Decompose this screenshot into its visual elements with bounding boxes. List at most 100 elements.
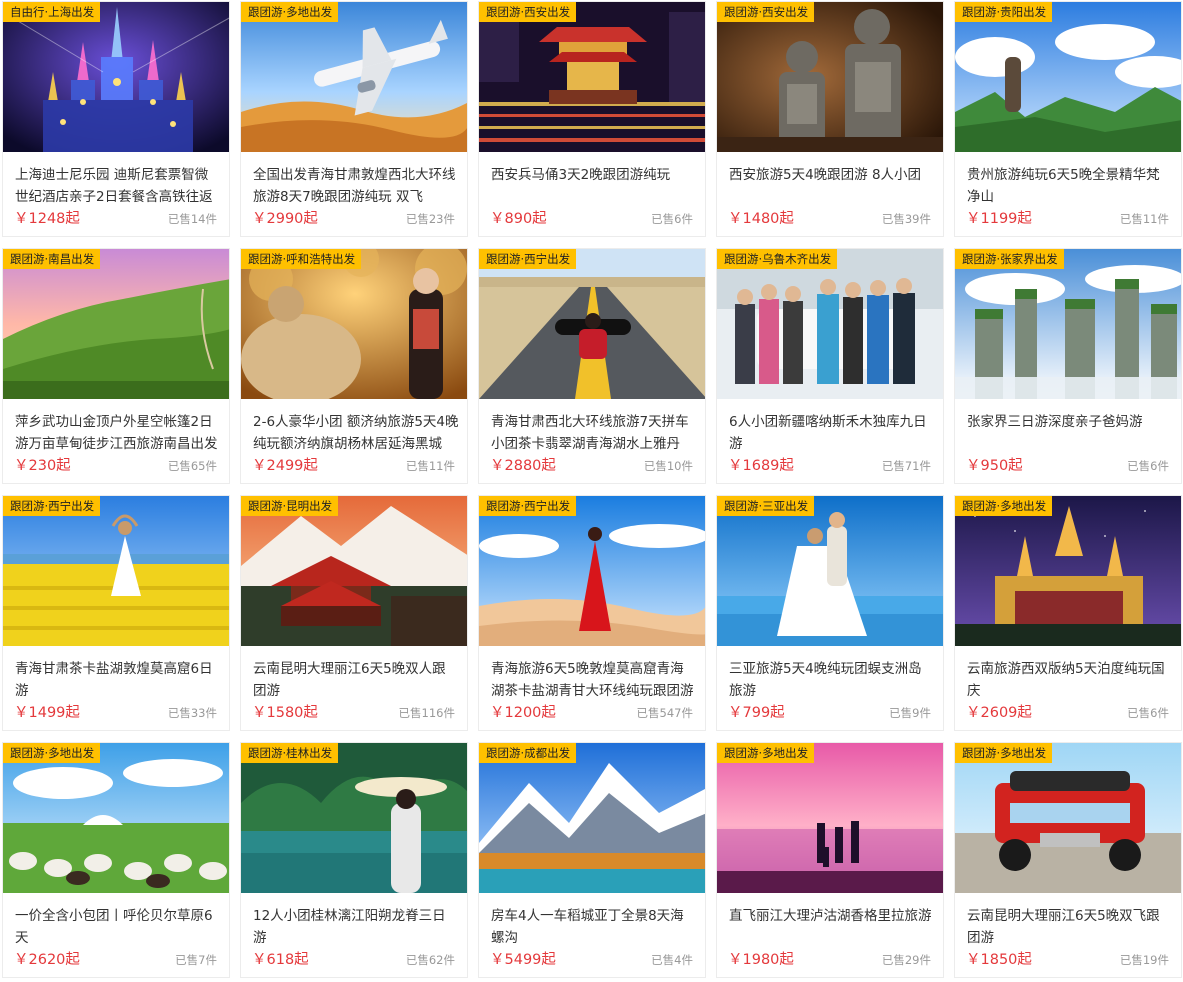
trip-type-tag: 跟团游·西宁出发 [479, 496, 577, 516]
sold-count: 已售62件 [405, 953, 455, 967]
group-photo [717, 249, 943, 399]
product-image[interactable]: 跟团游·南昌出发 [3, 249, 229, 399]
product-title[interactable]: 青海甘肃西北大环线旅游7天拼车小团茶卡翡翠湖青海湖水上雅丹 [491, 411, 697, 455]
product-image[interactable]: 跟团游·多地出发 [3, 743, 229, 893]
product-image[interactable]: 跟团游·西宁出发 [479, 496, 705, 646]
sold-count: 已售14件 [167, 212, 217, 226]
product-price: ￥2990起 [252, 211, 318, 227]
product-title[interactable]: 西安旅游5天4晚跟团游 8人小团 [729, 164, 935, 186]
sold-count: 已售4件 [651, 953, 693, 967]
product-title[interactable]: 6人小团新疆喀纳斯禾木独库九日游 [729, 411, 935, 455]
product-image[interactable]: 跟团游·乌鲁木齐出发 [717, 249, 943, 399]
product-image[interactable]: 跟团游·多地出发 [241, 2, 467, 152]
product-price: ￥1248起 [14, 211, 80, 227]
product-title[interactable]: 12人小团桂林漓江阳朔龙脊三日游 [253, 905, 459, 949]
product-title[interactable]: 西安兵马俑3天2晚跟团游纯玩 [491, 164, 697, 186]
product-card[interactable]: 跟团游·多地出发 云南旅游西双版纳5天泊度纯玩国庆 ￥2609起 已售6件 [954, 495, 1182, 731]
product-title[interactable]: 云南昆明大理丽江6天5晚双飞跟团游 [967, 905, 1173, 949]
product-price: ￥2499起 [252, 458, 318, 474]
product-image[interactable]: 跟团游·多地出发 [955, 496, 1181, 646]
product-card[interactable]: 跟团游·桂林出发 12人小团桂林漓江阳朔龙脊三日游 ￥618起 已售62件 [240, 742, 468, 978]
sold-count: 已售9件 [889, 706, 931, 720]
xian-photo [479, 2, 705, 152]
product-title[interactable]: 直飞丽江大理泸沽湖香格里拉旅游 [729, 905, 935, 927]
product-title[interactable]: 青海甘肃茶卡盐湖敦煌莫高窟6日游 [15, 658, 221, 702]
sold-count: 已售547件 [636, 706, 693, 720]
product-title[interactable]: 萍乡武功山金顶户外星空帐篷2日游万亩草甸徒步江西旅游南昌出发 [15, 411, 221, 455]
product-card[interactable]: 跟团游·西宁出发 青海旅游6天5晚敦煌莫高窟青海湖茶卡盐湖青甘大环线纯玩跟团游 ￥1… [478, 495, 706, 731]
product-image[interactable]: 跟团游·昆明出发 [241, 496, 467, 646]
product-image[interactable]: 跟团游·西安出发 [479, 2, 705, 152]
product-price: ￥5499起 [490, 952, 556, 968]
product-image[interactable]: 跟团游·贵阳出发 [955, 2, 1181, 152]
sold-count: 已售116件 [398, 706, 455, 720]
castle-photo [3, 2, 229, 152]
product-title[interactable]: 一价全含小包团丨呼伦贝尔草原6天 [15, 905, 221, 949]
product-card[interactable]: 跟团游·三亚出发 三亚旅游5天4晚纯玩团蜈支洲岛旅游 ￥799起 已售9件 [716, 495, 944, 731]
lijiang-photo [241, 496, 467, 646]
sunset-photo [717, 743, 943, 893]
trip-type-tag: 跟团游·桂林出发 [241, 743, 339, 763]
product-card[interactable]: 跟团游·多地出发 直飞丽江大理泸沽湖香格里拉旅游 ￥1980起 已售29件 [716, 742, 944, 978]
product-card[interactable]: 跟团游·呼和浩特出发 2-6人豪华小团 额济纳旅游5天4晚纯玩额济纳旗胡杨林居延海… [240, 248, 468, 484]
product-image[interactable]: 跟团游·西宁出发 [3, 496, 229, 646]
trip-type-tag: 跟团游·乌鲁木齐出发 [717, 249, 838, 269]
sold-count: 已售19件 [1119, 953, 1169, 967]
trip-type-tag: 跟团游·多地出发 [3, 743, 101, 763]
product-price: ￥950起 [966, 458, 1023, 474]
product-card[interactable]: 跟团游·西安出发 西安旅游5天4晚跟团游 8人小团 ￥1480起 已售39件 [716, 1, 944, 237]
product-image[interactable]: 跟团游·多地出发 [717, 743, 943, 893]
product-card[interactable]: 跟团游·昆明出发 云南昆明大理丽江6天5晚双人跟团游 ￥1580起 已售116件 [240, 495, 468, 731]
product-image[interactable]: 跟团游·呼和浩特出发 [241, 249, 467, 399]
jeep-photo [955, 743, 1181, 893]
product-title[interactable]: 贵州旅游纯玩6天5晚全景精华梵净山 [967, 164, 1173, 208]
product-title[interactable]: 三亚旅游5天4晚纯玩团蜈支洲岛旅游 [729, 658, 935, 702]
sold-count: 已售39件 [881, 212, 931, 226]
product-card[interactable]: 跟团游·南昌出发萍乡武功山金顶户外星空帐篷2日游万亩草甸徒步江西旅游南昌出发 ￥2… [2, 248, 230, 484]
sold-count: 已售7件 [175, 953, 217, 967]
product-title[interactable]: 青海旅游6天5晚敦煌莫高窟青海湖茶卡盐湖青甘大环线纯玩跟团游 [491, 658, 697, 702]
product-title[interactable]: 张家界三日游深度亲子爸妈游 [967, 411, 1173, 433]
product-title[interactable]: 全国出发青海甘肃敦煌西北大环线旅游8天7晚跟团游纯玩 双飞 [253, 164, 459, 208]
product-image[interactable]: 跟团游·成都出发 [479, 743, 705, 893]
trip-type-tag: 跟团游·南昌出发 [3, 249, 101, 269]
product-card[interactable]: 跟团游·乌鲁木齐出发 6人小团新疆喀纳斯禾木独库九日游 ￥1689起 已售71件 [716, 248, 944, 484]
product-image[interactable]: 跟团游·三亚出发 [717, 496, 943, 646]
product-title[interactable]: 云南旅游西双版纳5天泊度纯玩国庆 [967, 658, 1173, 702]
trip-type-tag: 跟团游·西宁出发 [3, 496, 101, 516]
product-image[interactable]: 自由行·上海出发 [3, 2, 229, 152]
product-card[interactable]: 跟团游·多地出发 云南昆明大理丽江6天5晚双飞跟团游 ￥1850起 已售19件 [954, 742, 1182, 978]
product-title[interactable]: 2-6人豪华小团 额济纳旅游5天4晚纯玩额济纳旗胡杨林居延海黑城 [253, 411, 459, 455]
product-card[interactable]: 跟团游·贵阳出发 贵州旅游纯玩6天5晚全景精华梵净山 ￥1199起 已售11件 [954, 1, 1182, 237]
product-card[interactable]: 跟团游·西宁出发 青海甘肃茶卡盐湖敦煌莫高窟6日游 ￥1499起 已售33件 [2, 495, 230, 731]
product-title[interactable]: 房车4人一车稻城亚丁全景8天海螺沟 [491, 905, 697, 949]
product-grid: 自由行·上海出发上海迪士尼乐园 迪斯尼套票智微世纪酒店亲子2日套餐含高铁往返 ￥1… [2, 1, 1182, 978]
trip-type-tag: 跟团游·张家界出发 [955, 249, 1064, 269]
product-price: ￥230起 [14, 458, 71, 474]
product-price: ￥1689起 [728, 458, 794, 474]
product-image[interactable]: 跟团游·西安出发 [717, 2, 943, 152]
product-price: ￥1199起 [966, 211, 1032, 227]
product-image[interactable]: 跟团游·西宁出发 [479, 249, 705, 399]
sold-count: 已售33件 [167, 706, 217, 720]
zjj-photo [955, 249, 1181, 399]
product-image[interactable]: 跟团游·桂林出发 [241, 743, 467, 893]
product-card[interactable]: 跟团游·西安出发 西安兵马俑3天2晚跟团游纯玩 ￥890起 已售6件 [478, 1, 706, 237]
product-card[interactable]: 跟团游·多地出发 一价全含小包团丨呼伦贝尔草原6天 ￥2620起 已售7件 [2, 742, 230, 978]
product-image[interactable]: 跟团游·多地出发 [955, 743, 1181, 893]
sold-count: 已售29件 [881, 953, 931, 967]
sold-count: 已售6件 [651, 212, 693, 226]
product-image[interactable]: 跟团游·张家界出发 [955, 249, 1181, 399]
trip-type-tag: 跟团游·呼和浩特出发 [241, 249, 362, 269]
trip-type-tag: 跟团游·西宁出发 [479, 249, 577, 269]
product-card[interactable]: 跟团游·多地出发全国出发青海甘肃敦煌西北大环线旅游8天7晚跟团游纯玩 双飞 ￥29… [240, 1, 468, 237]
meadow-photo [3, 249, 229, 399]
product-card[interactable]: 自由行·上海出发上海迪士尼乐园 迪斯尼套票智微世纪酒店亲子2日套餐含高铁往返 ￥1… [2, 1, 230, 237]
product-title[interactable]: 云南昆明大理丽江6天5晚双人跟团游 [253, 658, 459, 702]
product-card[interactable]: 跟团游·张家界出发 张家界三日游深度亲子爸妈游 ￥950起 已售6件 [954, 248, 1182, 484]
product-card[interactable]: 跟团游·成都出发房车4人一车稻城亚丁全景8天海螺沟 ￥5499起 已售4件 [478, 742, 706, 978]
desert-photo [479, 496, 705, 646]
product-card[interactable]: 跟团游·西宁出发 青海甘肃西北大环线旅游7天拼车小团茶卡翡翠湖青海湖水上雅丹 ￥28… [478, 248, 706, 484]
rapeseed-photo [3, 496, 229, 646]
product-title[interactable]: 上海迪士尼乐园 迪斯尼套票智微世纪酒店亲子2日套餐含高铁往返 [15, 164, 221, 208]
